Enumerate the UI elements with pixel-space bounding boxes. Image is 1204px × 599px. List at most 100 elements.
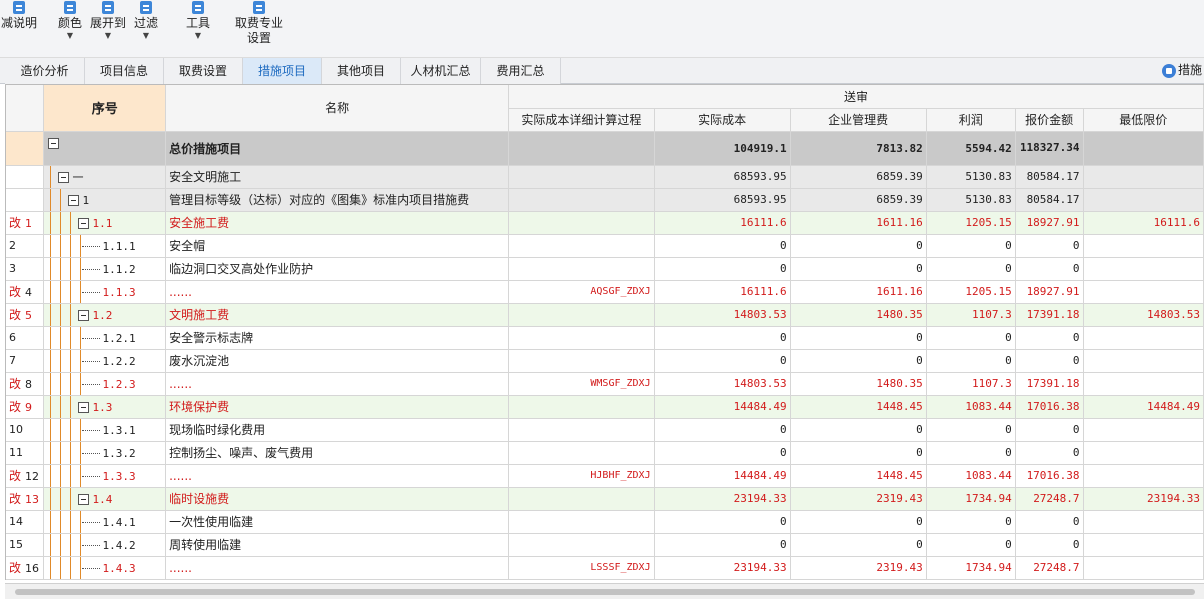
quote-cell[interactable]: 80584.17 <box>1015 188 1084 212</box>
collapse-icon[interactable] <box>68 195 80 206</box>
profit-cell[interactable]: 0 <box>926 510 1016 534</box>
seq-cell[interactable]: 1.2.2 <box>43 349 167 373</box>
item-name[interactable]: 一次性使用临建 <box>165 510 510 534</box>
profit-cell[interactable]: 1107.3 <box>926 303 1016 327</box>
profit-cell[interactable]: 1083.44 <box>926 464 1016 488</box>
tab-4[interactable]: 其他项目 <box>322 58 401 84</box>
horizontal-scrollbar[interactable] <box>5 583 1204 599</box>
min-price-cell[interactable] <box>1083 234 1204 258</box>
calc-process-cell[interactable] <box>508 131 655 166</box>
profit-cell[interactable]: 1205.15 <box>926 211 1016 235</box>
actual-cost-cell[interactable]: 0 <box>654 349 791 373</box>
tab-0[interactable]: 造价分析 <box>5 58 85 84</box>
min-price-cell[interactable] <box>1083 326 1204 350</box>
profit-cell[interactable]: 0 <box>926 234 1016 258</box>
table-row[interactable]: 1 管理目标等级（达标）对应的《图集》标准内项目措施费 68593.95 6859.3… <box>6 188 1204 212</box>
row-number[interactable]: 改5 <box>6 303 45 327</box>
toolbar-filter-button[interactable]: 过滤 ▼ <box>132 0 160 58</box>
toolbar-fee-settings-button[interactable]: 取费专业 设置 <box>232 0 286 58</box>
row-number[interactable]: 改9 <box>6 395 45 419</box>
min-price-cell[interactable]: 23194.33 <box>1083 487 1204 511</box>
row-number[interactable]: 改 16 <box>6 556 45 580</box>
item-name[interactable]: 临边洞口交叉高处作业防护 <box>165 257 510 281</box>
min-price-cell[interactable] <box>1083 533 1204 557</box>
quote-cell[interactable]: 80584.17 <box>1015 165 1084 189</box>
calc-process-cell[interactable] <box>508 165 655 189</box>
profit-cell[interactable]: 0 <box>926 418 1016 442</box>
table-row[interactable]: 改 4 1.1.3...... AQSGF_ZDXJ 16111.6 1611.16 120… <box>6 280 1204 304</box>
min-price-cell[interactable] <box>1083 131 1204 166</box>
min-price-cell[interactable] <box>1083 510 1204 534</box>
actual-cost-header[interactable]: 实际成本 <box>654 108 791 132</box>
row-number[interactable]: 改1 <box>6 211 45 235</box>
quote-cell[interactable]: 17016.38 <box>1015 464 1084 488</box>
min-price-cell[interactable] <box>1083 349 1204 373</box>
profit-cell[interactable]: 5594.42 <box>926 131 1016 166</box>
mgmt-fee-cell[interactable]: 2319.43 <box>790 487 927 511</box>
mgmt-fee-cell[interactable]: 0 <box>790 510 927 534</box>
min-price-cell[interactable]: 16111.6 <box>1083 211 1204 235</box>
row-number[interactable]: 10 <box>6 418 45 442</box>
calc-process-cell[interactable] <box>508 303 655 327</box>
seq-cell[interactable]: 1.4.2 <box>43 533 167 557</box>
row-number[interactable]: 改 13 <box>6 487 45 511</box>
mgmt-fee-cell[interactable]: 0 <box>790 418 927 442</box>
seq-cell[interactable]: 1.1 <box>43 211 167 235</box>
toolbar-expand-button[interactable]: 展开到 ▼ <box>88 0 128 58</box>
calc-process-cell[interactable] <box>508 326 655 350</box>
profit-cell[interactable]: 1734.94 <box>926 487 1016 511</box>
actual-cost-cell[interactable]: 23194.33 <box>654 556 791 580</box>
min-price-cell[interactable]: 14803.53 <box>1083 303 1204 327</box>
quote-cell[interactable]: 17391.18 <box>1015 303 1084 327</box>
seq-cell[interactable]: 一 <box>43 165 167 189</box>
min-price-cell[interactable] <box>1083 372 1204 396</box>
quote-cell[interactable]: 17391.18 <box>1015 372 1084 396</box>
table-row[interactable]: 14 1.4.1 一次性使用临建 0 0 0 0 <box>6 510 1204 534</box>
seq-cell[interactable]: 1 <box>43 188 167 212</box>
profit-cell[interactable]: 0 <box>926 533 1016 557</box>
item-name[interactable]: 安全文明施工 <box>165 165 510 189</box>
seq-cell[interactable]: 1.4.3 <box>43 556 167 580</box>
seq-cell[interactable]: 1.1.1 <box>43 234 167 258</box>
table-row[interactable]: 7 1.2.2 废水沉淀池 0 0 0 0 <box>6 349 1204 373</box>
item-name[interactable]: 周转使用临建 <box>165 533 510 557</box>
profit-header[interactable]: 利润 <box>926 108 1016 132</box>
table-row[interactable]: 改 1 1.1 安全施工费 16111.6 1611.16 1205.15 18927.91 1… <box>6 211 1204 235</box>
quote-cell[interactable]: 0 <box>1015 349 1084 373</box>
table-row[interactable]: 改 16 1.4.3...... LSSSF_ZDXJ 23194.33 2319.43 1… <box>6 556 1204 580</box>
row-number[interactable]: 11 <box>6 441 45 465</box>
tab-3[interactable]: 措施项目 <box>243 58 322 84</box>
seq-cell[interactable]: 1.1.2 <box>43 257 167 281</box>
calc-process-cell[interactable] <box>508 211 655 235</box>
profit-cell[interactable]: 1734.94 <box>926 556 1016 580</box>
quote-cell[interactable]: 0 <box>1015 257 1084 281</box>
table-row[interactable]: 15 1.4.2 周转使用临建 0 0 0 0 <box>6 533 1204 557</box>
table-row[interactable]: 改 8 1.2.3...... WMSGF_ZDXJ 14803.53 1480.35 11… <box>6 372 1204 396</box>
calc-process-cell[interactable] <box>508 257 655 281</box>
seq-cell[interactable]: 1.3 <box>43 395 167 419</box>
mgmt-fee-cell[interactable]: 1611.16 <box>790 280 927 304</box>
collapse-icon[interactable] <box>78 310 90 321</box>
row-number[interactable]: 改 12 <box>6 464 45 488</box>
quote-cell[interactable]: 18927.91 <box>1015 280 1084 304</box>
mgmt-fee-cell[interactable]: 2319.43 <box>790 556 927 580</box>
item-name[interactable]: 安全施工费 <box>165 211 510 235</box>
calc-process-cell[interactable] <box>508 441 655 465</box>
item-name[interactable]: 文明施工费 <box>165 303 510 327</box>
mgmt-fee-cell[interactable]: 6859.39 <box>790 165 927 189</box>
min-price-cell[interactable] <box>1083 165 1204 189</box>
profit-cell[interactable]: 0 <box>926 257 1016 281</box>
actual-cost-cell[interactable]: 68593.95 <box>654 165 791 189</box>
item-name[interactable]: 安全帽 <box>165 234 510 258</box>
item-name[interactable]: 控制扬尘、噪声、废气费用 <box>165 441 510 465</box>
tab-2[interactable]: 取费设置 <box>164 58 243 84</box>
actual-cost-cell[interactable]: 14803.53 <box>654 372 791 396</box>
row-number[interactable] <box>6 131 45 166</box>
toolbar-paint-button[interactable]: 颜色 ▼ <box>55 0 85 58</box>
row-number[interactable]: 6 <box>6 326 45 350</box>
row-number[interactable] <box>6 165 45 189</box>
mgmt-fee-header[interactable]: 企业管理费 <box>790 108 927 132</box>
quote-cell[interactable]: 118327.34 <box>1015 131 1084 166</box>
seq-cell[interactable]: 1.4 <box>43 487 167 511</box>
table-row[interactable]: 10 1.3.1 现场临时绿化费用 0 0 0 0 <box>6 418 1204 442</box>
